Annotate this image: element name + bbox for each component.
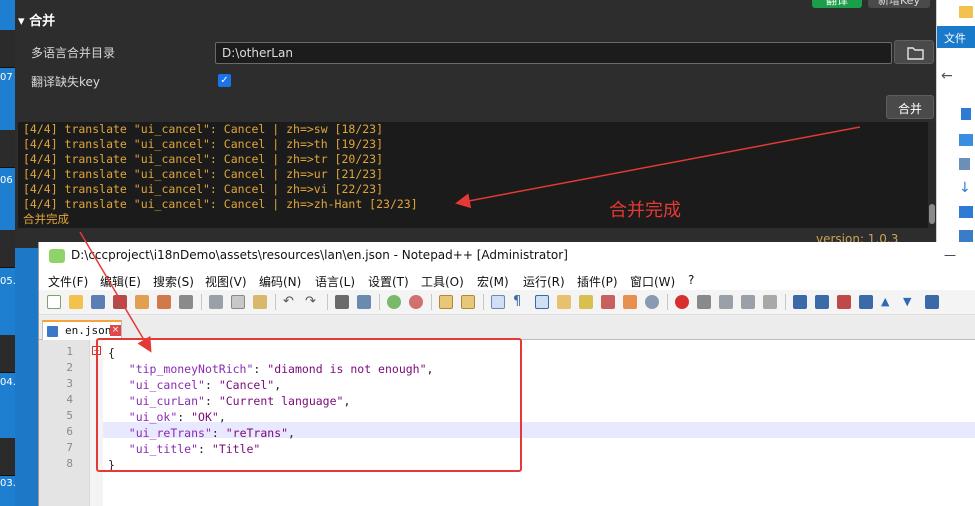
- annotation-arrow: [455, 126, 861, 209]
- annotation-arrow: [79, 231, 152, 353]
- annotation-arrows: [79, 126, 861, 353]
